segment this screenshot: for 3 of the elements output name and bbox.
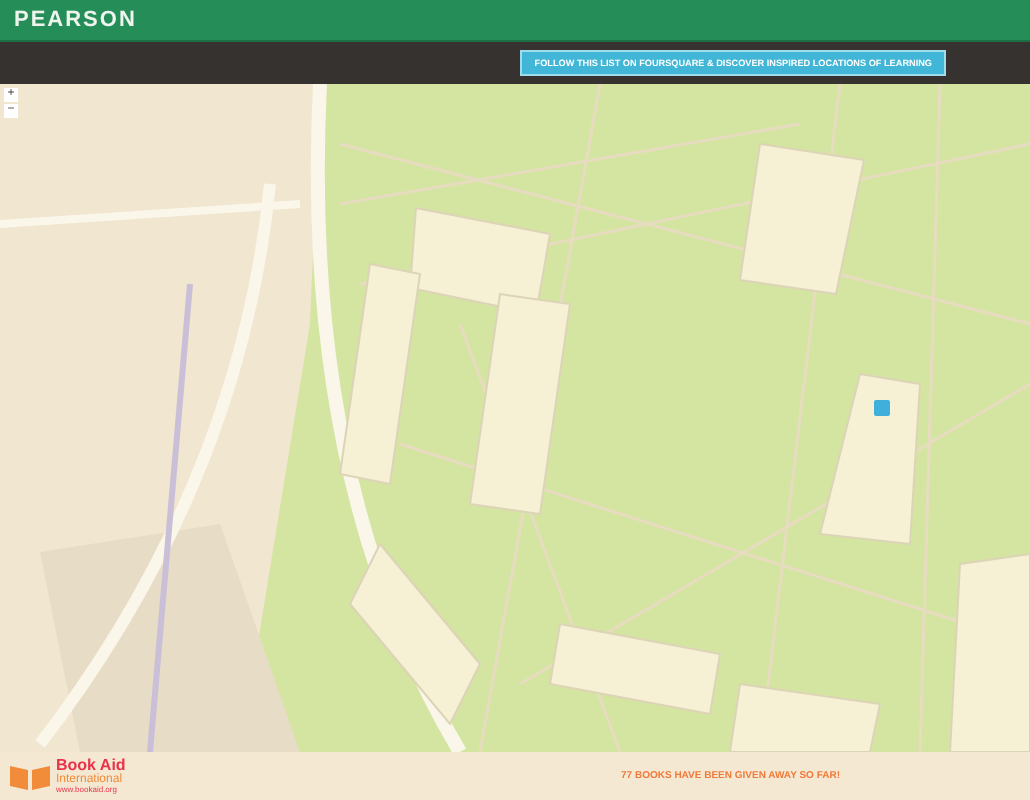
- open-book-icon: [10, 762, 50, 790]
- logo-name: Book Aid: [56, 758, 126, 774]
- brand-logo: PEARSON: [14, 8, 137, 32]
